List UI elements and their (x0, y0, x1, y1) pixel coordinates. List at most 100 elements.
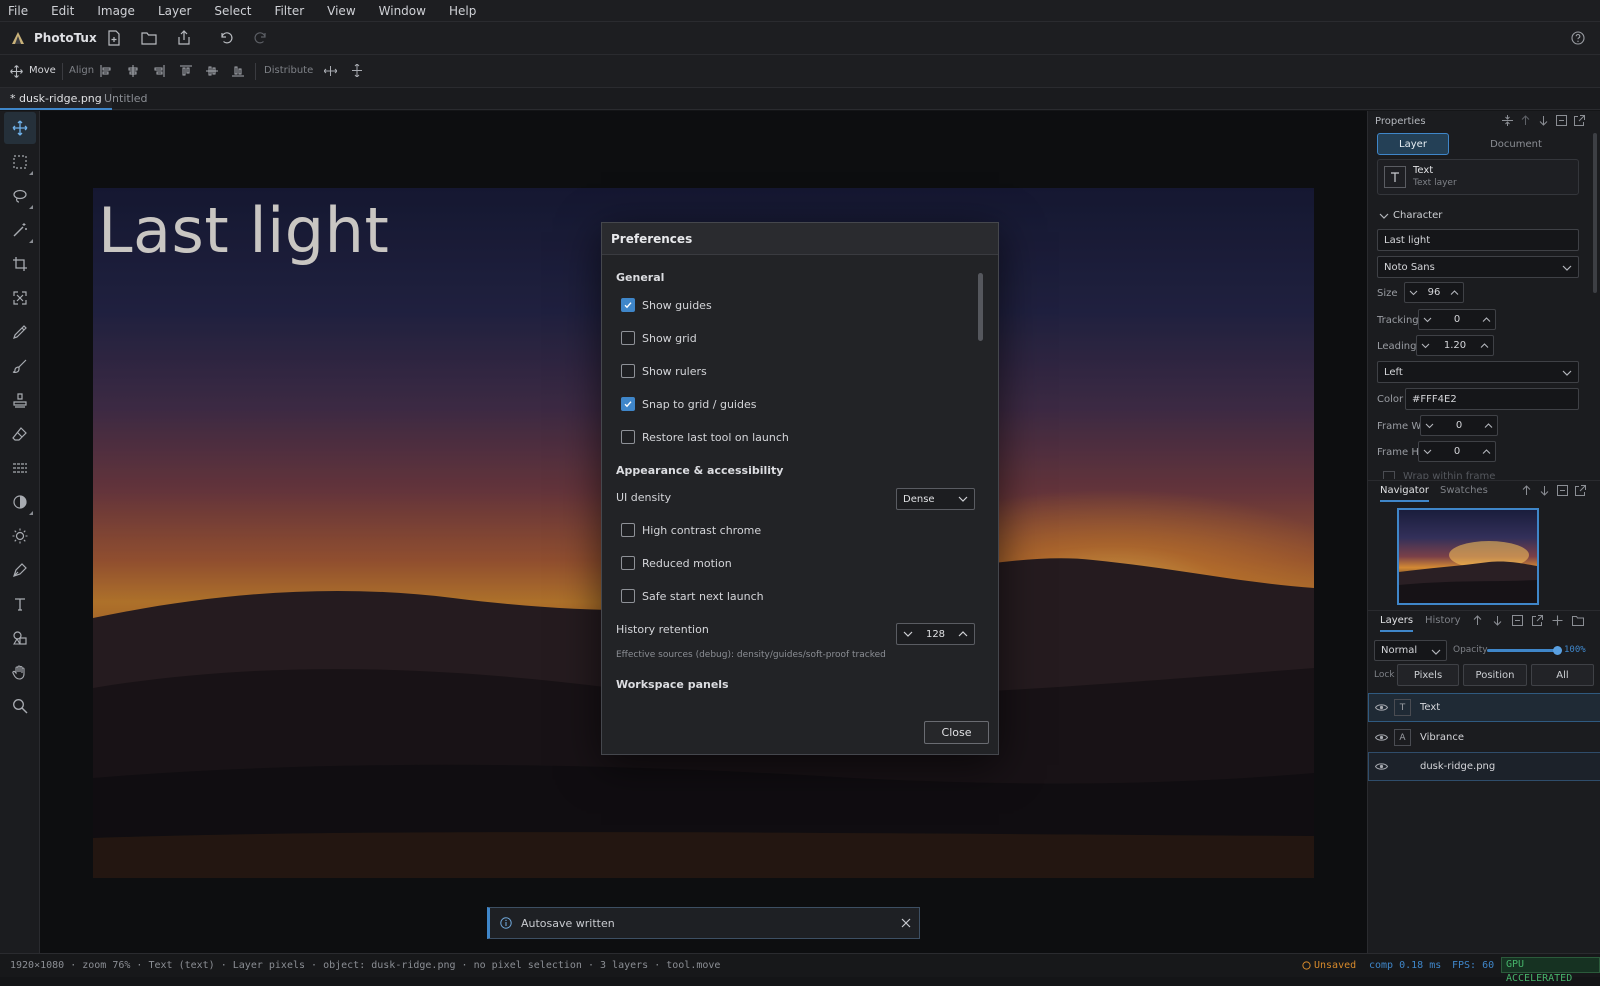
leading-value[interactable]: 1.20 (1444, 340, 1466, 351)
navigator-thumbnail[interactable] (1397, 508, 1539, 605)
menu-window[interactable]: Window (371, 0, 437, 22)
text-align-select[interactable]: Left (1377, 361, 1579, 383)
eye-icon[interactable] (1375, 733, 1388, 742)
reduced-motion-option[interactable]: Reduced motion (621, 555, 732, 571)
distribute-horizontal-icon[interactable] (324, 65, 337, 77)
leading-stepper[interactable]: 1.20 (1416, 335, 1494, 356)
tracking-value[interactable]: 0 (1454, 314, 1460, 325)
chevron-down-icon[interactable] (1379, 212, 1389, 220)
show-guides-checkbox[interactable] (621, 298, 635, 312)
restore-tool-option[interactable]: Restore last tool on launch (621, 429, 789, 445)
chevron-down-icon[interactable] (903, 630, 913, 638)
frame-h-stepper[interactable]: 0 (1418, 441, 1496, 462)
move-up-icon[interactable] (1472, 615, 1483, 626)
frame-w-value[interactable]: 0 (1456, 420, 1462, 431)
folder-icon[interactable] (1572, 615, 1584, 626)
move-down-icon[interactable] (1539, 485, 1550, 496)
undo-icon[interactable] (218, 30, 234, 46)
align-bottom-icon[interactable] (232, 65, 244, 77)
text-tool[interactable] (4, 588, 36, 620)
reduced-motion-checkbox[interactable] (621, 556, 635, 570)
tab-navigator[interactable]: Navigator (1380, 485, 1429, 502)
brush-tool[interactable] (4, 350, 36, 382)
transform-tool[interactable] (4, 282, 36, 314)
open-folder-icon[interactable] (141, 31, 157, 45)
zoom-tool[interactable] (4, 690, 36, 722)
menu-layer[interactable]: Layer (150, 0, 202, 22)
menu-image[interactable]: Image (89, 0, 146, 22)
blend-mode-select[interactable]: Normal (1374, 640, 1447, 661)
frame-w-stepper[interactable]: 0 (1420, 415, 1498, 436)
frame-h-value[interactable]: 0 (1454, 446, 1460, 457)
menu-filter[interactable]: Filter (266, 0, 315, 22)
marquee-tool[interactable] (4, 146, 36, 178)
close-button[interactable]: Close (924, 721, 989, 744)
tab-history[interactable]: History (1425, 615, 1461, 626)
text-content-input[interactable]: Last light (1377, 229, 1579, 251)
size-value[interactable]: 96 (1428, 287, 1441, 298)
layer-row-dusk-ridge[interactable]: dusk-ridge.png (1368, 752, 1600, 781)
menu-help[interactable]: Help (441, 0, 487, 22)
lock-pixels-button[interactable]: Pixels (1397, 664, 1459, 686)
menu-select[interactable]: Select (206, 0, 262, 22)
hand-tool[interactable] (4, 656, 36, 688)
move-down-icon[interactable] (1538, 115, 1549, 126)
align-left-icon[interactable] (100, 65, 112, 77)
canvas-text-layer[interactable]: Last light (98, 194, 389, 267)
opacity-value[interactable]: 100% (1564, 645, 1586, 655)
new-file-icon[interactable] (107, 30, 121, 46)
align-center-h-icon[interactable] (127, 65, 139, 77)
properties-scrollbar[interactable] (1593, 133, 1597, 293)
tab-untitled[interactable]: Untitled (94, 88, 158, 110)
lock-all-button[interactable]: All (1531, 664, 1594, 686)
restore-tool-checkbox[interactable] (621, 430, 635, 444)
wrap-checkbox[interactable] (1383, 471, 1395, 479)
safe-start-option[interactable]: Safe start next launch (621, 588, 764, 604)
menu-view[interactable]: View (319, 0, 366, 22)
show-rulers-checkbox[interactable] (621, 364, 635, 378)
align-top-icon[interactable] (180, 65, 192, 77)
opacity-slider-track[interactable] (1487, 646, 1562, 655)
show-grid-checkbox[interactable] (621, 331, 635, 345)
adjust-tool[interactable] (4, 520, 36, 552)
dodge-burn-tool[interactable] (4, 486, 36, 518)
pen-tool[interactable] (4, 554, 36, 586)
history-retention-value[interactable]: 128 (926, 629, 945, 640)
ui-density-select[interactable]: Dense (896, 488, 975, 510)
size-stepper[interactable]: 96 (1404, 282, 1464, 303)
menu-file[interactable]: File (0, 0, 39, 22)
lock-position-button[interactable]: Position (1463, 664, 1527, 686)
layer-row-vibrance[interactable]: A Vibrance (1368, 723, 1600, 752)
move-up-icon[interactable] (1520, 115, 1531, 126)
snap-checkbox[interactable] (621, 397, 635, 411)
show-rulers-option[interactable]: Show rulers (621, 363, 707, 379)
align-right-icon[interactable] (153, 65, 165, 77)
color-input[interactable]: #FFF4E2 (1405, 388, 1579, 410)
dialog-scrollbar[interactable] (978, 273, 983, 341)
move-up-icon[interactable] (1521, 485, 1532, 496)
popout-icon[interactable] (1574, 115, 1585, 126)
gradient-tool[interactable] (4, 452, 36, 484)
safe-start-checkbox[interactable] (621, 589, 635, 603)
tracking-stepper[interactable]: 0 (1418, 309, 1496, 330)
minimize-icon[interactable] (1512, 615, 1523, 626)
eye-icon[interactable] (1375, 703, 1388, 712)
move-tool[interactable] (4, 112, 36, 144)
export-icon[interactable] (177, 30, 191, 45)
close-icon[interactable] (901, 918, 911, 928)
history-retention-stepper[interactable]: 128 (896, 623, 975, 645)
eye-icon[interactable] (1375, 762, 1388, 771)
eyedropper-tool[interactable] (4, 316, 36, 348)
font-select[interactable]: Noto Sans (1377, 256, 1579, 278)
tab-layers[interactable]: Layers (1380, 615, 1414, 632)
layer-row-text[interactable]: T Text (1368, 693, 1600, 722)
show-guides-option[interactable]: Show guides (621, 297, 712, 313)
tab-document[interactable]: Document (1464, 133, 1568, 155)
tab-layer[interactable]: Layer (1377, 133, 1449, 155)
chevron-up-icon[interactable] (958, 630, 968, 638)
popout-icon[interactable] (1575, 485, 1586, 496)
high-contrast-option[interactable]: High contrast chrome (621, 522, 761, 538)
opacity-slider-handle[interactable] (1553, 646, 1562, 655)
show-grid-option[interactable]: Show grid (621, 330, 697, 346)
high-contrast-checkbox[interactable] (621, 523, 635, 537)
